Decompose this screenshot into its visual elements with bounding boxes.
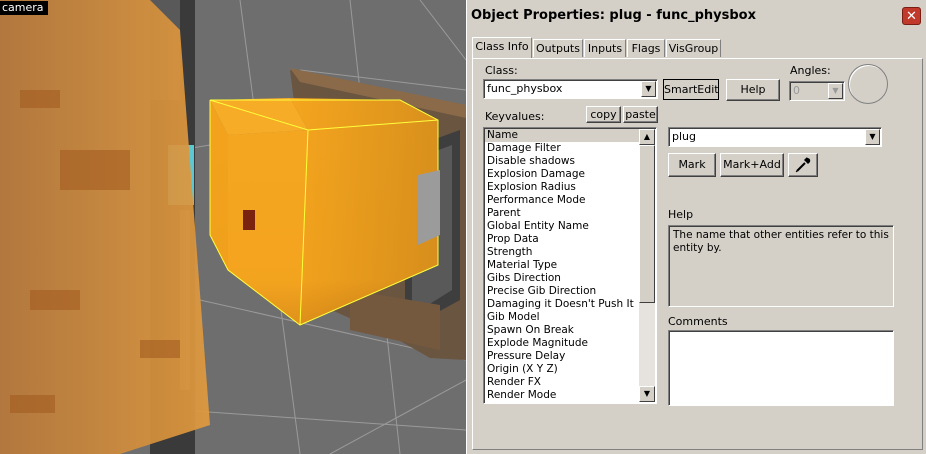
angles-value: 0 — [793, 84, 800, 97]
mark-button[interactable]: Mark — [668, 153, 716, 177]
value-combobox[interactable]: plug ▼ — [668, 127, 882, 147]
class-label: Class: — [485, 64, 518, 77]
list-item[interactable]: Parent — [485, 207, 639, 220]
smartedit-button[interactable]: SmartEdit — [663, 79, 719, 100]
list-item[interactable]: Prop Data — [485, 233, 639, 246]
keyvalues-items: Name Damage Filter Disable shadows Explosio… — [485, 129, 639, 402]
orange-wall — [0, 0, 210, 454]
scroll-down-button[interactable]: ▼ — [639, 386, 655, 402]
list-item[interactable]: Precise Gib Direction — [485, 285, 639, 298]
paste-button[interactable]: paste — [623, 106, 658, 123]
viewport-scene — [0, 0, 466, 454]
viewport-label: camera — [0, 1, 48, 15]
angles-dial[interactable] — [848, 64, 888, 104]
value-text: plug — [672, 130, 696, 143]
dialog-title: Object Properties: plug - func_physbox — [471, 8, 756, 23]
list-item[interactable]: Explosion Radius — [485, 181, 639, 194]
list-item[interactable]: Render Mode — [485, 389, 639, 402]
tab-visgroup[interactable]: VisGroup — [666, 39, 721, 57]
list-item[interactable]: Damaging it Doesn't Push It — [485, 298, 639, 311]
tab-outputs[interactable]: Outputs — [533, 39, 583, 57]
list-item[interactable]: Explosion Damage — [485, 168, 639, 181]
keyvalues-list[interactable]: Name Damage Filter Disable shadows Explosio… — [483, 127, 657, 404]
scrollbar[interactable]: ▲ ▼ — [639, 129, 655, 402]
box-handle — [418, 170, 440, 245]
help-text: The name that other entities refer to th… — [673, 229, 889, 254]
camera-viewport[interactable]: camera — [0, 0, 466, 454]
angles-label: Angles: — [790, 64, 831, 77]
list-item[interactable]: Explode Magnitude — [485, 337, 639, 350]
eyedropper-icon — [795, 157, 811, 173]
copy-button[interactable]: copy — [586, 106, 621, 123]
eyedropper-button[interactable] — [788, 153, 818, 177]
help-label: Help — [668, 208, 694, 221]
mark-add-button[interactable]: Mark+Add — [720, 153, 784, 177]
help-button[interactable]: Help — [726, 79, 780, 101]
list-item[interactable]: Disable shadows — [485, 155, 639, 168]
list-item[interactable]: Name — [485, 129, 639, 142]
tab-inputs[interactable]: Inputs — [584, 39, 626, 57]
scroll-up-button[interactable]: ▲ — [639, 129, 655, 145]
tab-flags[interactable]: Flags — [627, 39, 665, 57]
scroll-thumb[interactable] — [639, 145, 655, 303]
angles-combobox[interactable]: 0 ▼ — [789, 81, 845, 101]
comments-textarea[interactable] — [668, 330, 894, 406]
keyvalues-label: Keyvalues: — [485, 110, 545, 123]
list-item[interactable]: Strength — [485, 246, 639, 259]
class-combobox[interactable]: func_physbox ▼ — [483, 79, 658, 99]
list-item[interactable]: Material Type — [485, 259, 639, 272]
list-item[interactable]: Pressure Delay — [485, 350, 639, 363]
help-box: The name that other entities refer to th… — [668, 225, 894, 307]
close-icon: ✕ — [906, 9, 917, 24]
list-item[interactable]: Performance Mode — [485, 194, 639, 207]
list-item[interactable]: Origin (X Y Z) — [485, 363, 639, 376]
chevron-down-icon[interactable]: ▼ — [641, 81, 656, 97]
list-item[interactable]: Global Entity Name — [485, 220, 639, 233]
list-item[interactable]: Render FX — [485, 376, 639, 389]
tab-class-info[interactable]: Class Info — [472, 37, 532, 58]
list-item[interactable]: Gib Model — [485, 311, 639, 324]
chevron-down-icon[interactable]: ▼ — [828, 83, 843, 99]
close-button[interactable]: ✕ — [902, 7, 921, 25]
title-bar[interactable]: Object Properties: plug - func_physbox ✕ — [467, 0, 926, 34]
comments-label: Comments — [668, 315, 728, 328]
list-item[interactable]: Gibs Direction — [485, 272, 639, 285]
chevron-down-icon[interactable]: ▼ — [865, 129, 880, 145]
class-value: func_physbox — [487, 82, 563, 95]
list-item[interactable]: Spawn On Break — [485, 324, 639, 337]
list-item[interactable]: Damage Filter — [485, 142, 639, 155]
